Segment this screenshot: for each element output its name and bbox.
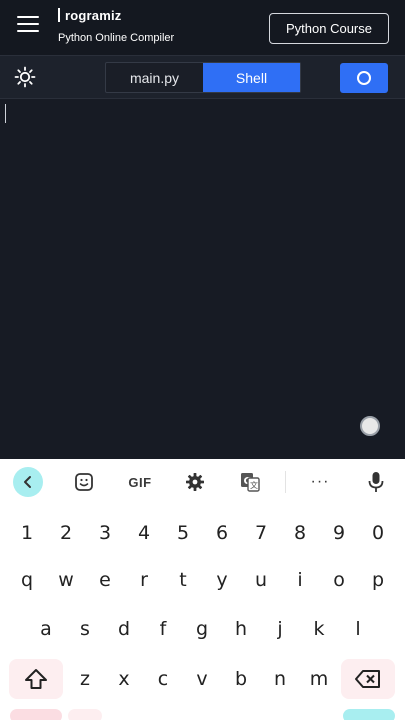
app-screen: rogramiz Python Online Compiler Python C… — [0, 0, 405, 720]
python-course-button[interactable]: Python Course — [269, 13, 389, 44]
key-0[interactable]: 0 — [359, 513, 397, 553]
key-x[interactable]: x — [105, 659, 143, 699]
shift-key[interactable] — [9, 659, 63, 699]
key-n[interactable]: n — [261, 659, 299, 699]
logo-mark-icon — [58, 8, 64, 22]
top-header: rogramiz Python Online Compiler Python C… — [0, 0, 405, 56]
key-o[interactable]: o — [320, 560, 358, 600]
key-b[interactable]: b — [222, 659, 260, 699]
tab-shell[interactable]: Shell — [203, 63, 300, 92]
shell-output-area[interactable] — [0, 99, 405, 459]
programiz-logo[interactable]: rogramiz — [58, 8, 122, 23]
key-f[interactable]: f — [144, 609, 182, 649]
key-8[interactable]: 8 — [281, 513, 319, 553]
key-4[interactable]: 4 — [125, 513, 163, 553]
mic-icon[interactable] — [361, 467, 391, 497]
letter-row-1: q w e r t y u i o p — [0, 560, 405, 600]
backspace-icon — [354, 668, 382, 690]
translate-icon[interactable]: G文 — [235, 467, 265, 497]
file-tabs: main.py Shell — [105, 62, 301, 93]
key-2[interactable]: 2 — [47, 513, 85, 553]
loading-spinner-icon — [357, 71, 371, 85]
key-d[interactable]: d — [105, 609, 143, 649]
key-3[interactable]: 3 — [86, 513, 124, 553]
key-k[interactable]: k — [300, 609, 338, 649]
logo-text: rogramiz — [65, 8, 122, 23]
key-z[interactable]: z — [66, 659, 104, 699]
key-h[interactable]: h — [222, 609, 260, 649]
theme-toggle-sun-icon[interactable] — [14, 66, 36, 88]
comma-key[interactable] — [68, 709, 102, 720]
gif-button[interactable]: GIF — [124, 467, 156, 497]
svg-text:文: 文 — [250, 480, 258, 490]
backspace-key[interactable] — [341, 659, 395, 699]
key-m[interactable]: m — [300, 659, 338, 699]
key-e[interactable]: e — [86, 560, 124, 600]
key-i[interactable]: i — [281, 560, 319, 600]
key-9[interactable]: 9 — [320, 513, 358, 553]
symbols-key[interactable] — [10, 709, 62, 720]
enter-key[interactable] — [343, 709, 395, 720]
shift-arrow-icon — [23, 667, 49, 691]
keyboard-toolbar: GIF G文 ··· — [0, 459, 405, 505]
editor-toolbar: main.py Shell — [0, 56, 405, 99]
key-y[interactable]: y — [203, 560, 241, 600]
toolbar-divider — [285, 471, 286, 493]
tab-main-py[interactable]: main.py — [106, 63, 203, 92]
key-1[interactable]: 1 — [8, 513, 46, 553]
back-chevron-icon[interactable] — [13, 467, 43, 497]
key-l[interactable]: l — [339, 609, 377, 649]
sticker-icon[interactable] — [69, 467, 99, 497]
key-7[interactable]: 7 — [242, 513, 280, 553]
text-cursor — [5, 104, 6, 123]
floating-assistive-button[interactable] — [360, 416, 380, 436]
key-s[interactable]: s — [66, 609, 104, 649]
key-v[interactable]: v — [183, 659, 221, 699]
key-t[interactable]: t — [164, 560, 202, 600]
key-q[interactable]: q — [8, 560, 46, 600]
key-6[interactable]: 6 — [203, 513, 241, 553]
page-subtitle: Python Online Compiler — [58, 32, 174, 44]
more-options-icon[interactable]: ··· — [305, 467, 335, 497]
key-u[interactable]: u — [242, 560, 280, 600]
key-p[interactable]: p — [359, 560, 397, 600]
letter-row-3: z x c v b n m — [0, 659, 405, 699]
on-screen-keyboard: GIF G文 ··· 1 2 3 4 5 6 7 8 9 0 — [0, 459, 405, 720]
key-w[interactable]: w — [47, 560, 85, 600]
menu-icon[interactable] — [17, 16, 39, 34]
key-r[interactable]: r — [125, 560, 163, 600]
letter-row-2: a s d f g h j k l — [0, 609, 405, 649]
key-a[interactable]: a — [27, 609, 65, 649]
run-button[interactable] — [340, 63, 388, 93]
key-5[interactable]: 5 — [164, 513, 202, 553]
key-c[interactable]: c — [144, 659, 182, 699]
key-g[interactable]: g — [183, 609, 221, 649]
number-row: 1 2 3 4 5 6 7 8 9 0 — [0, 513, 405, 553]
gear-icon[interactable] — [180, 467, 210, 497]
key-j[interactable]: j — [261, 609, 299, 649]
